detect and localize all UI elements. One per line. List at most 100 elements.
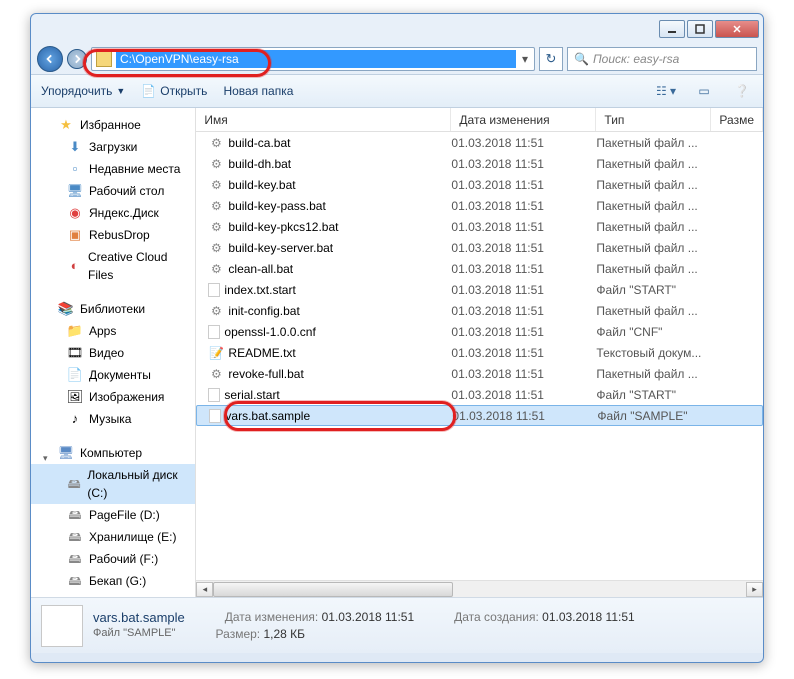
bat-file-icon: ⚙	[208, 156, 224, 172]
file-date: 01.03.2018 11:51	[452, 409, 597, 423]
sidebar-localdisk[interactable]: 🖴Локальный диск (C:)	[31, 464, 195, 504]
maximize-button[interactable]	[687, 20, 713, 38]
col-type[interactable]: Тип	[596, 108, 711, 131]
scroll-right-button[interactable]: ▸	[746, 582, 763, 597]
drive-icon: 🖴	[67, 476, 81, 492]
search-input[interactable]: 🔍 Поиск: easy-rsa	[567, 47, 757, 71]
address-text[interactable]: C:\OpenVPN\easy-rsa	[116, 50, 516, 68]
star-icon: ★	[58, 117, 74, 133]
search-placeholder: Поиск: easy-rsa	[593, 52, 679, 66]
file-type: Пакетный файл ...	[596, 220, 716, 234]
sidebar[interactable]: ★Избранное ⬇Загрузки ▫Недавние места 🖥Ра…	[31, 108, 196, 597]
refresh-button[interactable]: ↻	[539, 47, 563, 71]
file-type: Пакетный файл ...	[596, 157, 716, 171]
file-date: 01.03.2018 11:51	[451, 346, 596, 360]
sidebar-computer[interactable]: ▾🖥Компьютер	[31, 442, 195, 464]
file-row[interactable]: 📝README.txt01.03.2018 11:51Текстовый док…	[196, 342, 763, 363]
sidebar-libraries[interactable]: 📚Библиотеки	[31, 298, 195, 320]
file-name: README.txt	[228, 346, 295, 360]
scroll-left-button[interactable]: ◂	[196, 582, 213, 597]
file-name: revoke-full.bat	[228, 367, 303, 381]
address-bar[interactable]: C:\OpenVPN\easy-rsa ▾	[91, 47, 535, 71]
file-name: build-key-server.bat	[228, 241, 333, 255]
preview-pane-button[interactable]: ▭	[693, 82, 715, 100]
sidebar-pictures[interactable]: 🖼Изображения	[31, 386, 195, 408]
music-icon: ♪	[67, 411, 83, 427]
organize-menu[interactable]: Упорядочить ▼	[41, 84, 125, 98]
file-row[interactable]: serial.start01.03.2018 11:51Файл "START"	[196, 384, 763, 405]
file-row[interactable]: ⚙build-ca.bat01.03.2018 11:51Пакетный фа…	[196, 132, 763, 153]
file-row[interactable]: ⚙build-key.bat01.03.2018 11:51Пакетный ф…	[196, 174, 763, 195]
search-icon: 🔍	[574, 52, 589, 66]
file-row[interactable]: openssl-1.0.0.cnf01.03.2018 11:51Файл "C…	[196, 321, 763, 342]
file-row[interactable]: ⚙clean-all.bat01.03.2018 11:51Пакетный ф…	[196, 258, 763, 279]
explorer-window: C:\OpenVPN\easy-rsa ▾ ↻ 🔍 Поиск: easy-rs…	[30, 13, 764, 663]
file-row[interactable]: index.txt.start01.03.2018 11:51Файл "STA…	[196, 279, 763, 300]
open-button[interactable]: 📄Открыть	[141, 84, 207, 98]
file-name: build-key.bat	[228, 178, 295, 192]
file-row[interactable]: ⚙build-dh.bat01.03.2018 11:51Пакетный фа…	[196, 153, 763, 174]
recent-icon: ▫	[67, 161, 83, 177]
drive-icon: 🖴	[67, 573, 83, 589]
sidebar-recent[interactable]: ▫Недавние места	[31, 158, 195, 180]
back-button[interactable]	[37, 46, 63, 72]
bat-file-icon: ⚙	[208, 177, 224, 193]
sidebar-video[interactable]: 🎞Видео	[31, 342, 195, 364]
sidebar-downloads[interactable]: ⬇Загрузки	[31, 136, 195, 158]
file-name: init-config.bat	[228, 304, 299, 318]
col-name[interactable]: Имя	[196, 108, 451, 131]
scroll-thumb[interactable]	[213, 582, 453, 597]
file-type: Пакетный файл ...	[596, 304, 716, 318]
column-headers: Имя Дата изменения Тип Разме	[196, 108, 763, 132]
toolbar: Упорядочить ▼ 📄Открыть Новая папка ☷ ▾ ▭…	[31, 74, 763, 108]
help-button[interactable]: ❔	[731, 82, 753, 100]
file-row[interactable]: ⚙revoke-full.bat01.03.2018 11:51Пакетный…	[196, 363, 763, 384]
file-name: build-dh.bat	[228, 157, 291, 171]
titlebar[interactable]	[31, 14, 763, 44]
sidebar-music[interactable]: ♪Музыка	[31, 408, 195, 430]
rebusdrop-icon: ▣	[67, 227, 83, 243]
sidebar-rebusdrop[interactable]: ▣RebusDrop	[31, 224, 195, 246]
bat-file-icon: ⚙	[208, 261, 224, 277]
sidebar-backup[interactable]: 🖴Бекап (G:)	[31, 570, 195, 592]
file-type: Пакетный файл ...	[596, 262, 716, 276]
sidebar-yadisk[interactable]: ◉Яндекс.Диск	[31, 202, 195, 224]
bat-file-icon: ⚙	[208, 303, 224, 319]
file-date: 01.03.2018 11:51	[451, 304, 596, 318]
sidebar-desktop[interactable]: 🖥Рабочий стол	[31, 180, 195, 202]
address-dropdown[interactable]: ▾	[516, 52, 534, 66]
file-date: 01.03.2018 11:51	[451, 199, 596, 213]
hscrollbar[interactable]: ◂ ▸	[196, 580, 763, 597]
file-row[interactable]: ⚙build-key-pass.bat01.03.2018 11:51Пакет…	[196, 195, 763, 216]
col-size[interactable]: Разме	[711, 108, 763, 131]
nav-bar: C:\OpenVPN\easy-rsa ▾ ↻ 🔍 Поиск: easy-rs…	[31, 44, 763, 74]
forward-button[interactable]	[67, 49, 87, 69]
close-button[interactable]	[715, 20, 759, 38]
sidebar-favorites[interactable]: ★Избранное	[31, 114, 195, 136]
file-row[interactable]: ⚙build-key-pkcs12.bat01.03.2018 11:51Пак…	[196, 216, 763, 237]
sidebar-work[interactable]: 🖴Рабочий (F:)	[31, 548, 195, 570]
file-row[interactable]: ⚙build-key-server.bat01.03.2018 11:51Пак…	[196, 237, 763, 258]
file-row[interactable]: ⚙ init-config.bat 01.03.2018 11:51Пакетный…	[196, 300, 763, 321]
minimize-button[interactable]	[659, 20, 685, 38]
sidebar-documents[interactable]: 📄Документы	[31, 364, 195, 386]
file-type: Пакетный файл ...	[596, 199, 716, 213]
folder-icon	[96, 51, 112, 67]
file-type: Файл "CNF"	[596, 325, 716, 339]
sidebar-storage[interactable]: 🖴Хранилище (E:)	[31, 526, 195, 548]
sidebar-ccfiles[interactable]: ◐Creative Cloud Files	[31, 246, 195, 286]
sidebar-pagefile[interactable]: 🖴PageFile (D:)	[31, 504, 195, 526]
sidebar-bdrom[interactable]: 💿Дисковод BD-ROM (I	[31, 592, 195, 597]
newfolder-button[interactable]: Новая папка	[223, 84, 293, 98]
file-date: 01.03.2018 11:51	[451, 325, 596, 339]
file-row[interactable]: vars.bat.sample01.03.2018 11:51Файл "SAM…	[196, 405, 763, 426]
file-rows[interactable]: ⚙build-ca.bat01.03.2018 11:51Пакетный фа…	[196, 132, 763, 580]
sidebar-apps[interactable]: 📁Apps	[31, 320, 195, 342]
file-name: serial.start	[224, 388, 279, 402]
blank-file-icon	[208, 283, 220, 297]
col-date[interactable]: Дата изменения	[451, 108, 596, 131]
view-options-button[interactable]: ☷ ▾	[655, 82, 677, 100]
file-name: clean-all.bat	[228, 262, 293, 276]
details-filetype: Файл "SAMPLE"	[93, 627, 176, 641]
drive-icon: 🖴	[67, 507, 83, 523]
